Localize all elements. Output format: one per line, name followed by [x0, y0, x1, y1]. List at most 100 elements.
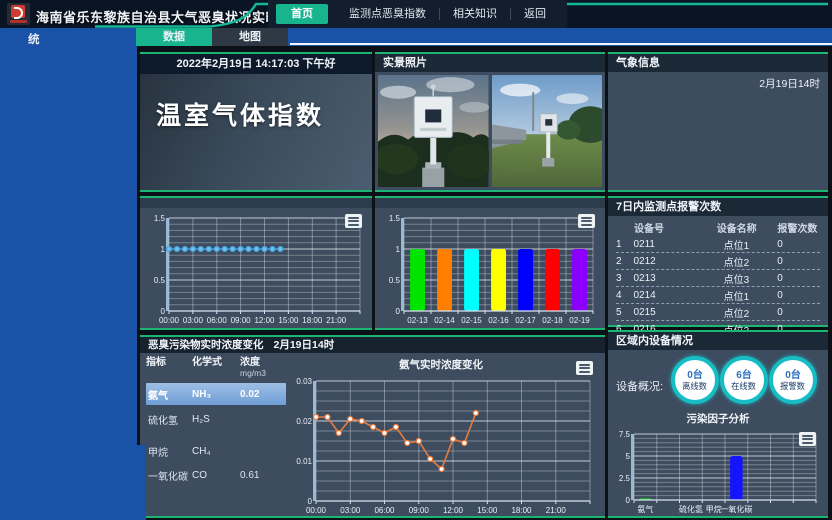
- pollution-factor-chart: 氨气硫化氢甲烷一氧化碳02.557.5: [612, 426, 824, 514]
- nav-item-home[interactable]: 首页: [276, 4, 328, 24]
- svg-text:甲烷: 甲烷: [706, 504, 722, 514]
- svg-text:5: 5: [626, 452, 631, 461]
- svg-text:02-13: 02-13: [407, 316, 428, 325]
- column-concentration: 浓度 mg/m3: [240, 357, 282, 379]
- greenhouse-index-panel: 00:0003:0006:0009:0012:0015:0018:0021:00…: [140, 196, 372, 330]
- svg-text:0: 0: [308, 497, 313, 506]
- offline-count-badge: 0台 离线数: [671, 356, 719, 404]
- table-cell: 0: [777, 290, 820, 301]
- table-cell: 甲烷: [146, 444, 192, 459]
- table-cell: CO: [192, 470, 240, 481]
- svg-text:0.5: 0.5: [154, 276, 166, 285]
- table-cell: 0214: [633, 290, 695, 301]
- table-cell: 1: [616, 239, 633, 250]
- column-device-no: 设备号: [634, 220, 696, 235]
- tab-map[interactable]: 地图: [212, 28, 288, 46]
- chart-menu-icon[interactable]: [576, 361, 593, 375]
- column-indicator: 指标: [146, 357, 192, 379]
- weather-body: 2月19日14时: [608, 72, 828, 190]
- table-cell: CH₄: [192, 446, 240, 457]
- chart-menu-icon[interactable]: [578, 214, 595, 228]
- photo-row: [375, 72, 605, 190]
- dashboard-page: 海南省乐东黎族自治县大气恶臭状况实时发布系 首页 监测点恶臭指数 相关知识 返回…: [0, 0, 832, 520]
- svg-text:15:00: 15:00: [278, 316, 299, 325]
- svg-text:09:00: 09:00: [231, 316, 252, 325]
- svg-text:一氧化碳: 一氧化碳: [720, 504, 752, 514]
- svg-text:0.01: 0.01: [296, 457, 312, 466]
- table-cell: 点位1: [696, 288, 778, 303]
- table-row: 20212点位20: [616, 253, 820, 270]
- nav-item-odor-index[interactable]: 监测点恶臭指数: [336, 5, 439, 23]
- alarm-count-badge: 0台 报警数: [769, 356, 817, 404]
- pollutant-table-body: 氨气NH₃0.02硫化氢H₂S甲烷CH₄一氧化碳CO0.61: [146, 383, 286, 485]
- photos-panel-title: 实景照片: [375, 54, 605, 72]
- svg-text:12:00: 12:00: [254, 316, 275, 325]
- svg-text:03:00: 03:00: [340, 506, 361, 515]
- table-cell: 氨气: [146, 387, 192, 402]
- offline-count-label: 离线数: [683, 381, 708, 390]
- site-photo-2: [492, 75, 603, 187]
- nav-item-back[interactable]: 返回: [511, 5, 559, 23]
- svg-text:0: 0: [396, 307, 401, 316]
- table-cell: 0: [777, 239, 820, 250]
- svg-text:1.5: 1.5: [389, 214, 401, 223]
- app-title-wrapped-char: 统: [28, 31, 40, 47]
- tab-underline: [290, 43, 832, 45]
- chart-menu-icon[interactable]: [345, 214, 362, 228]
- svg-text:15:00: 15:00: [477, 506, 498, 515]
- unit-label: mg/m3: [240, 368, 266, 378]
- table-cell: 5: [616, 307, 633, 318]
- odor-concentration-panel: 恶臭污染物实时浓度变化 2月19日14时 指标 化学式 浓度 mg/m3 氨气N…: [140, 335, 605, 518]
- table-cell: 0: [777, 307, 820, 318]
- svg-text:06:00: 06:00: [374, 506, 395, 515]
- table-header-row: 指标 化学式 浓度 mg/m3: [146, 357, 286, 379]
- table-cell: 点位3: [696, 271, 778, 286]
- table-cell: 点位1: [696, 237, 778, 252]
- svg-text:06:00: 06:00: [207, 316, 228, 325]
- online-count-value: 6台: [736, 370, 752, 381]
- panel-strip: [140, 198, 372, 208]
- app-logo-icon: [7, 3, 30, 25]
- table-row: 40214点位10: [616, 287, 820, 304]
- greenhouse-index-chart: 00:0003:0006:0009:0012:0015:0018:0021:00…: [144, 210, 368, 325]
- table-cell: 0: [777, 273, 820, 284]
- device-overview-label: 设备概况:: [616, 378, 663, 394]
- weather-panel: 气象信息 2月19日14时: [608, 52, 828, 192]
- table-cell: 点位2: [696, 254, 778, 269]
- odor-panel-timestamp: 2月19日14时: [274, 337, 335, 353]
- table-row: 10211点位10: [616, 236, 820, 253]
- nav-item-knowledge[interactable]: 相关知识: [440, 5, 510, 23]
- svg-text:1: 1: [396, 245, 401, 254]
- svg-text:0.03: 0.03: [296, 377, 312, 386]
- alarm-table: 设备号 设备名称 报警次数 10211点位1020212点位2030213点位3…: [608, 216, 828, 338]
- svg-text:21:00: 21:00: [546, 506, 567, 515]
- ammonia-chart-title: 氨气实时浓度变化: [286, 357, 596, 372]
- svg-text:02-18: 02-18: [542, 316, 563, 325]
- tab-data[interactable]: 数据: [136, 28, 212, 46]
- table-row: 30213点位30: [616, 270, 820, 287]
- tab-strip: 数据 地图: [0, 28, 832, 46]
- svg-text:0.02: 0.02: [296, 417, 312, 426]
- online-count-badge: 6台 在线数: [720, 356, 768, 404]
- table-cell: 0211: [633, 239, 695, 250]
- device-status-panel: 区域内设备情况 设备概况: 0台 离线数 6台 在线数 0台 报警数 污染因子分…: [608, 330, 828, 518]
- table-cell: NH₃: [192, 389, 240, 400]
- greeting-panel: 2022年2月19日 14:17:03 下午好 温室气体指数: [140, 52, 372, 192]
- column-formula: 化学式: [192, 357, 240, 379]
- svg-text:硫化氢: 硫化氢: [679, 504, 703, 514]
- column-alarm-count: 报警次数: [777, 220, 820, 235]
- svg-text:0: 0: [626, 496, 631, 505]
- svg-text:氨气: 氨气: [637, 504, 653, 514]
- svg-text:18:00: 18:00: [302, 316, 323, 325]
- chart-menu-icon[interactable]: [799, 432, 816, 446]
- site-photo-1: [378, 75, 489, 187]
- svg-text:02-16: 02-16: [488, 316, 509, 325]
- pollutant-row: 一氧化碳CO0.61: [146, 465, 286, 485]
- svg-text:1: 1: [161, 245, 166, 254]
- svg-text:0: 0: [161, 307, 166, 316]
- svg-text:7.5: 7.5: [619, 430, 631, 439]
- pollution-analysis-title: 污染因子分析: [608, 411, 828, 426]
- column-device-name: 设备名称: [696, 220, 777, 235]
- table-cell: 0: [777, 256, 820, 267]
- pollutant-table: 指标 化学式 浓度 mg/m3 氨气NH₃0.02硫化氢H₂S甲烷CH₄一氧化碳…: [146, 357, 286, 485]
